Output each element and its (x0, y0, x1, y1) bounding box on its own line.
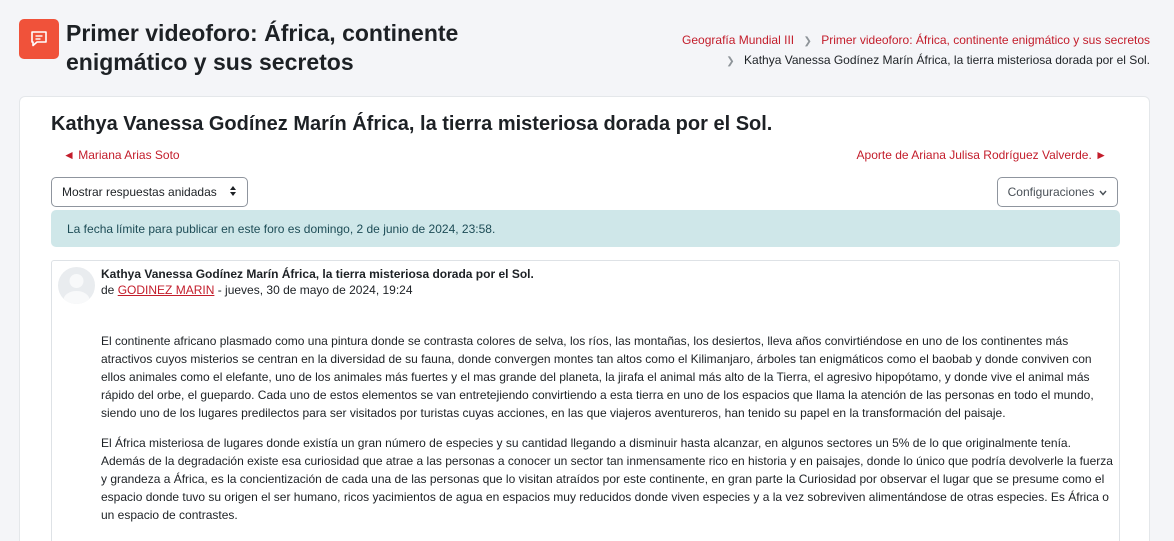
discussion-card: Kathya Vanessa Godínez Marín África, la … (19, 96, 1150, 541)
post-date: - jueves, 30 de mayo de 2024, 19:24 (214, 283, 413, 297)
select-arrows-icon (229, 185, 237, 200)
post-author-link[interactable]: GODINEZ MARIN (118, 283, 215, 297)
chevron-right-icon: ❯ (726, 56, 735, 67)
deadline-alert: La fecha límite para publicar en este fo… (51, 210, 1120, 247)
breadcrumb: Geografía Mundial III ❯ Primer videoforo… (682, 31, 1150, 71)
page-header: Primer videoforo: África, continente eni… (0, 0, 1174, 96)
previous-discussion-link[interactable]: ◄ Mariana Arias Soto (63, 148, 180, 162)
post-paragraph: El continente africano plasmado como una… (101, 334, 1094, 420)
breadcrumb-course-link[interactable]: Geografía Mundial III (682, 33, 794, 47)
discussion-title: Kathya Vanessa Godínez Marín África, la … (51, 113, 773, 135)
post-body: El continente africano plasmado como una… (101, 332, 1113, 536)
forum-icon (19, 19, 59, 59)
chevron-right-icon: ❯ (803, 36, 812, 47)
post-subject: Kathya Vanessa Godínez Marín África, la … (101, 267, 534, 281)
breadcrumb-forum-link[interactable]: Primer videoforo: África, continente eni… (821, 33, 1150, 47)
post-meta: de GODINEZ MARIN - jueves, 30 de mayo de… (101, 283, 413, 297)
next-discussion-link[interactable]: Aporte de Ariana Julisa Rodríguez Valver… (857, 148, 1107, 162)
forum-post: Kathya Vanessa Godínez Marín África, la … (51, 260, 1120, 541)
display-mode-value: Mostrar respuestas anidadas (62, 185, 217, 199)
settings-dropdown-button[interactable]: Configuraciones (997, 177, 1118, 207)
display-mode-select[interactable]: Mostrar respuestas anidadas (51, 177, 248, 207)
breadcrumb-current: Kathya Vanessa Godínez Marín África, la … (744, 53, 1150, 67)
avatar[interactable] (58, 267, 95, 304)
deadline-text: La fecha límite para publicar en este fo… (67, 221, 496, 236)
post-by-prefix: de (101, 283, 115, 297)
chevron-down-icon (1099, 185, 1107, 199)
page-title: Primer videoforo: África, continente eni… (66, 20, 459, 75)
post-paragraph: El África misteriosa de lugares donde ex… (101, 436, 1113, 522)
settings-label: Configuraciones (1007, 185, 1095, 199)
